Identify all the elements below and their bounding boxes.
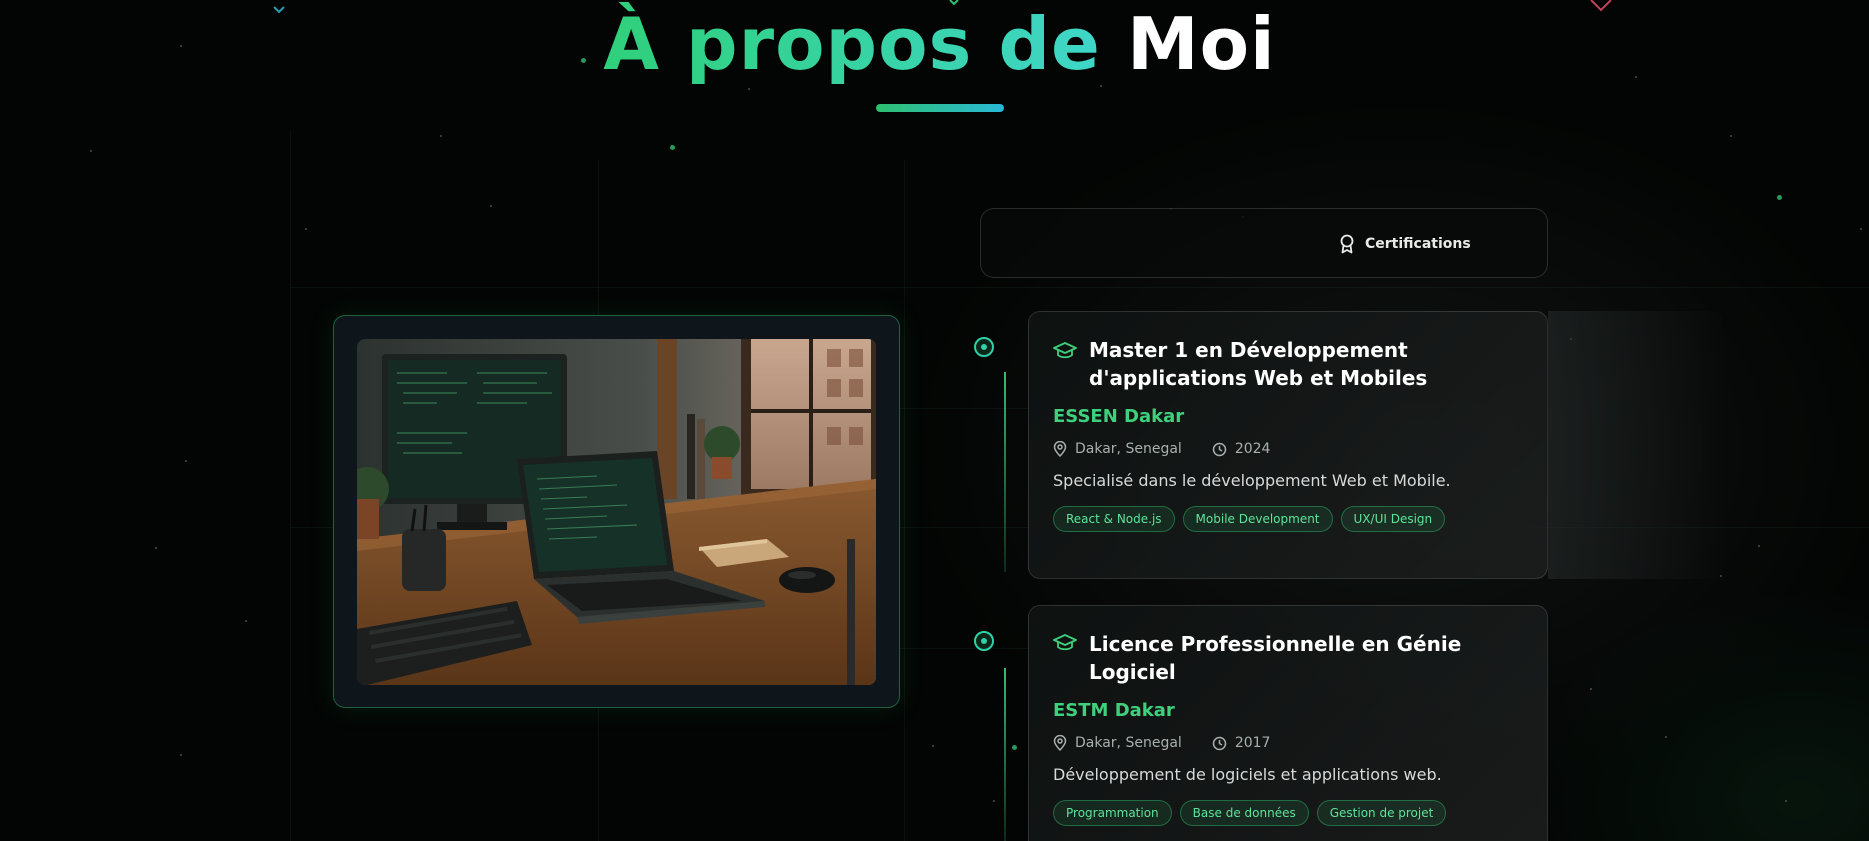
star [490, 205, 492, 207]
star [185, 460, 187, 462]
grid-line [290, 287, 1869, 288]
skill-tag: Programmation [1053, 800, 1172, 826]
tab-certifications[interactable]: Certifications [1339, 229, 1471, 259]
education-description: Développement de logiciels et applicatio… [1053, 765, 1442, 784]
star [1785, 800, 1787, 802]
education-location: Dakar, Senegal [1075, 735, 1182, 751]
education-meta: Dakar, Senegal 2024 [1053, 441, 1523, 457]
education-title: Licence Professionnelle en Génie Logicie… [1089, 632, 1462, 684]
skill-tag: Mobile Development [1182, 506, 1333, 532]
star [180, 754, 182, 756]
star [90, 150, 92, 152]
profile-image-frame [333, 315, 900, 708]
star [1665, 736, 1667, 738]
star [440, 135, 442, 137]
timeline-dot [974, 631, 994, 651]
map-pin-icon [1053, 735, 1067, 751]
education-year: 2017 [1234, 735, 1271, 751]
skill-tag: UX/UI Design [1340, 506, 1446, 532]
education-school: ESSEN Dakar [1053, 406, 1185, 427]
graduation-cap-icon [1053, 634, 1077, 651]
clock-icon [1212, 736, 1227, 750]
star [1590, 688, 1592, 690]
star [1758, 545, 1760, 547]
star [1777, 195, 1782, 200]
star [1012, 745, 1017, 750]
education-year: 2024 [1234, 441, 1271, 457]
skill-tag: React & Node.js [1053, 506, 1175, 532]
education-card: Master 1 en Développement d'applications… [1028, 311, 1548, 579]
star [748, 88, 750, 90]
grid-line [904, 160, 905, 841]
grid-line [900, 648, 1030, 649]
map-pin-icon [1053, 441, 1067, 457]
star [670, 145, 675, 150]
star [245, 620, 247, 622]
page-title: À propos de Moi [0, 2, 1869, 86]
title-underline [876, 104, 1004, 112]
education-meta: Dakar, Senegal 2017 [1053, 735, 1523, 751]
tab-bar: Certifications [980, 208, 1548, 278]
star [993, 800, 995, 802]
education-card: Licence Professionnelle en Génie Logicie… [1028, 605, 1548, 841]
star [1860, 228, 1862, 230]
page-title-accent: À propos de [603, 2, 1101, 86]
skill-tag: Base de données [1179, 800, 1309, 826]
skill-tag: Gestion de projet [1316, 800, 1447, 826]
tab-label: Certifications [1365, 236, 1471, 252]
education-school: ESTM Dakar [1053, 700, 1175, 721]
education-title: Master 1 en Développement d'applications… [1089, 338, 1428, 390]
tag-list: Programmation Base de données Gestion de… [1053, 800, 1523, 826]
star [305, 228, 307, 230]
graduation-cap-icon [1053, 342, 1077, 359]
education-description: Specialisé dans le développement Web et … [1053, 471, 1451, 490]
timeline-line [1004, 668, 1006, 841]
education-location: Dakar, Senegal [1075, 441, 1182, 457]
star [155, 547, 157, 549]
star [932, 745, 934, 747]
timeline-dot [974, 337, 994, 357]
workspace-photo [357, 339, 876, 685]
timeline-line [1004, 372, 1006, 572]
tag-list: React & Node.js Mobile Development UX/UI… [1053, 506, 1523, 532]
grid-line [900, 408, 1030, 409]
page-title-main: Moi [1126, 2, 1276, 86]
clock-icon [1212, 442, 1227, 456]
grid-line [290, 130, 291, 841]
star [1730, 135, 1732, 137]
award-icon [1340, 234, 1354, 254]
card-side-glow [1548, 311, 1723, 579]
